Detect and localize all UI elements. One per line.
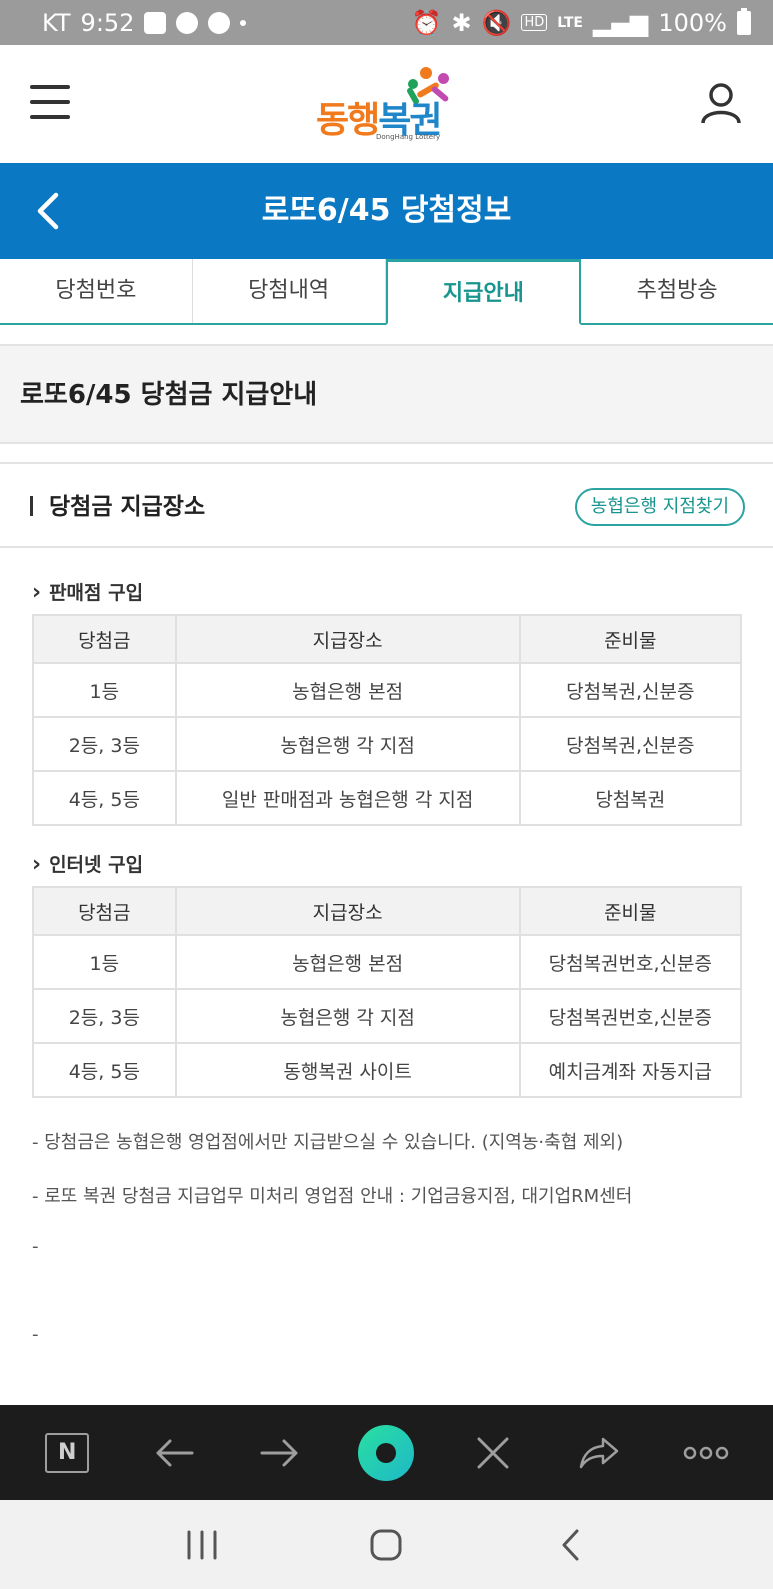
table-row: 1등 농협은행 본점 당첨복권번호,신분증 <box>32 934 743 990</box>
note-item: - <box>32 1324 39 1345</box>
cell-prize: 1등 <box>32 662 177 718</box>
signal-icon: ▂▄▆ <box>593 8 649 37</box>
spacer <box>0 444 773 464</box>
tab-payment-guide[interactable]: 지급안내 <box>385 259 582 325</box>
cell-prize: 2등, 3등 <box>32 988 177 1044</box>
spacer <box>0 325 773 345</box>
cell-location: 농협은행 본점 <box>174 934 521 990</box>
naver-n-icon: N <box>45 1432 90 1473</box>
mute-icon: 🔇 <box>481 8 512 37</box>
cell-prize: 2등, 3등 <box>32 716 177 772</box>
table-row: 1등 농협은행 본점 당첨복권,신분증 <box>32 662 743 718</box>
share-icon[interactable] <box>569 1423 629 1483</box>
close-icon[interactable] <box>463 1423 523 1483</box>
cell-prize: 1등 <box>32 934 177 990</box>
internet-purchase-table: 당첨금 지급장소 준비물 1등 농협은행 본점 당첨복권번호,신분증 2등, 3… <box>32 886 743 1098</box>
section-title-box: 로또6/45 당첨금 지급안내 <box>0 344 773 444</box>
more-options-icon[interactable] <box>676 1423 736 1483</box>
user-icon[interactable] <box>699 81 743 125</box>
tab-winning-numbers[interactable]: 당첨번호 <box>0 259 193 323</box>
cell-location: 동행복권 사이트 <box>174 1042 521 1098</box>
table-row: 2등, 3등 농협은행 각 지점 당첨복권번호,신분증 <box>32 988 743 1044</box>
more-notifications-icon <box>240 19 247 26</box>
section-title: 로또6/45 당첨금 지급안내 <box>20 380 318 410</box>
status-left: KT 9:52 <box>42 8 247 37</box>
payment-location-header: 당첨금 지급장소 농협은행 지점찾기 <box>0 466 773 548</box>
store-purchase-table: 당첨금 지급장소 준비물 1등 농협은행 본점 당첨복권,신분증 2등, 3등 … <box>32 614 743 826</box>
clock: 9:52 <box>80 8 135 37</box>
cell-requirements: 당첨복권번호,신분증 <box>518 934 743 990</box>
notification-icon <box>144 11 167 34</box>
alarm-icon: ⏰ <box>411 8 442 37</box>
system-nav-bar <box>0 1500 773 1589</box>
page-title: 로또6/45 당첨정보 <box>261 193 512 228</box>
header-requirements: 준비물 <box>518 886 743 936</box>
browser-toolbar: N <box>0 1405 773 1500</box>
cell-location: 농협은행 본점 <box>174 662 521 718</box>
store-purchase-label: 판매점 구입 <box>32 578 143 605</box>
green-dot-icon <box>358 1424 415 1481</box>
header-prize: 당첨금 <box>32 886 177 936</box>
system-back-icon[interactable] <box>541 1515 601 1575</box>
green-dot-button[interactable] <box>356 1423 416 1483</box>
battery-percent: 100% <box>658 8 727 37</box>
status-right: ⏰ ✱ 🔇 HD LTE ▂▄▆ 100% <box>411 7 751 37</box>
table-row: 4등, 5등 일반 판매점과 농협은행 각 지점 당첨복권 <box>32 770 743 826</box>
note-item: - <box>32 1236 39 1257</box>
table-row: 4등, 5등 동행복권 사이트 예치금계좌 자동지급 <box>32 1042 743 1098</box>
header-location: 지급장소 <box>174 886 521 936</box>
network-type: LTE <box>557 14 583 31</box>
table-header-row: 당첨금 지급장소 준비물 <box>32 886 743 936</box>
note-item: - 당첨금은 농협은행 영업점에서만 지급받으실 수 있습니다. (지역농·축협… <box>32 1132 624 1153</box>
tab-bar: 당첨번호 당첨내역 지급안내 추첨방송 <box>0 259 773 325</box>
cell-prize: 4등, 5등 <box>32 1042 177 1098</box>
app-header: 동행복권 DongHang Lottery <box>0 45 773 163</box>
hd-badge: HD <box>521 14 548 31</box>
header-location: 지급장소 <box>174 614 521 664</box>
cell-requirements: 당첨복권,신분증 <box>518 662 743 718</box>
header-requirements: 준비물 <box>518 614 743 664</box>
back-arrow-icon[interactable] <box>144 1423 204 1483</box>
table-row: 2등, 3등 농협은행 각 지점 당첨복권,신분증 <box>32 716 743 772</box>
cell-requirements: 당첨복권번호,신분증 <box>518 988 743 1044</box>
cell-prize: 4등, 5등 <box>32 770 177 826</box>
cell-location: 농협은행 각 지점 <box>174 988 521 1044</box>
home-icon[interactable] <box>356 1515 416 1575</box>
cell-requirements: 당첨복권 <box>518 770 743 826</box>
title-bar: 로또6/45 당첨정보 <box>0 163 773 259</box>
header-prize: 당첨금 <box>32 614 177 664</box>
note-item: - 로또 복권 당첨금 지급업무 미처리 영업점 안내 : 기업금융지점, 대기… <box>32 1186 633 1207</box>
status-bar: KT 9:52 ⏰ ✱ 🔇 HD LTE ▂▄▆ 100% <box>0 0 773 45</box>
cell-location: 농협은행 각 지점 <box>174 716 521 772</box>
naver-home-button[interactable]: N <box>37 1423 97 1483</box>
internet-purchase-label: 인터넷 구입 <box>32 850 143 877</box>
table-header-row: 당첨금 지급장소 준비물 <box>32 614 743 664</box>
forward-arrow-icon[interactable] <box>250 1423 310 1483</box>
tab-winning-history[interactable]: 당첨내역 <box>192 259 386 323</box>
bluetooth-icon: ✱ <box>451 8 472 37</box>
lock-app-icon <box>176 11 199 34</box>
donghang-logo[interactable]: 동행복권 DongHang Lottery <box>316 65 466 147</box>
recent-apps-icon[interactable] <box>172 1515 232 1575</box>
battery-icon <box>737 7 751 35</box>
cell-location: 일반 판매점과 농협은행 각 지점 <box>174 770 521 826</box>
hamburger-menu-icon[interactable] <box>30 85 70 119</box>
carrier: KT <box>42 8 71 37</box>
find-nh-branch-button[interactable]: 농협은행 지점찾기 <box>574 488 745 526</box>
cell-requirements: 당첨복권,신분증 <box>518 716 743 772</box>
chat-icon <box>208 11 231 34</box>
tab-draw-broadcast[interactable]: 추첨방송 <box>581 259 773 323</box>
payment-location-title: 당첨금 지급장소 <box>30 466 205 548</box>
logo-subtitle: DongHang Lottery <box>376 133 441 141</box>
cell-requirements: 예치금계좌 자동지급 <box>518 1042 743 1098</box>
